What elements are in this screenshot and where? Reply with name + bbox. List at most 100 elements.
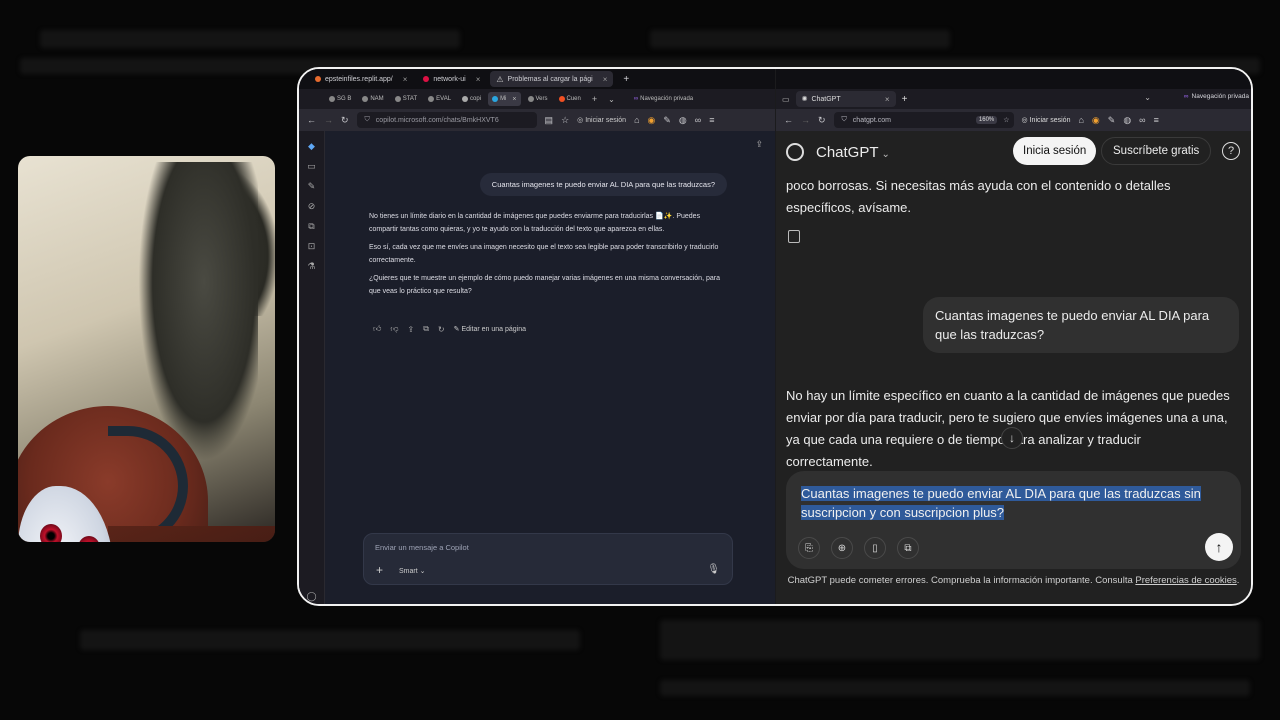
copilot-icon bbox=[492, 96, 499, 102]
page-tab[interactable]: SG B bbox=[325, 92, 355, 106]
share-icon[interactable]: ⇪ bbox=[408, 325, 415, 334]
scroll-down-arrow-icon[interactable]: ↓ bbox=[1001, 427, 1023, 449]
library-icon[interactable]: ⧉ bbox=[308, 221, 314, 232]
labs-flask-icon[interactable]: ⚗ bbox=[307, 261, 315, 272]
copilot-composer[interactable]: Enviar un mensaje a Copilot + Smart ⌄ 🎙︎ bbox=[363, 533, 733, 585]
bookmark-star-icon[interactable]: ☆ bbox=[561, 115, 569, 126]
reload-icon[interactable]: ↻ bbox=[818, 115, 826, 126]
composer-input[interactable]: Cuantas imagenes te puedo enviar AL DIA … bbox=[801, 484, 1221, 522]
new-tab-button[interactable]: + bbox=[902, 94, 908, 105]
regenerate-icon[interactable]: ↻ bbox=[438, 325, 445, 334]
close-icon[interactable]: × bbox=[476, 75, 481, 84]
reader-icon[interactable]: ▤ bbox=[545, 115, 554, 126]
attach-paperclip-icon[interactable]: ⎘ bbox=[798, 537, 820, 559]
private-browsing-indicator: ∞ Navegación privada bbox=[1183, 93, 1249, 100]
model-selector[interactable]: ChatGPT ⌄ bbox=[816, 144, 890, 161]
page-tab-active[interactable]: Mi × bbox=[488, 92, 521, 106]
window-tab[interactable]: epsteinfiles.replit.app/× bbox=[309, 71, 413, 87]
help-icon[interactable]: ? bbox=[1222, 142, 1240, 160]
bookmark-star-icon[interactable]: ☆ bbox=[1003, 116, 1009, 124]
microphone-icon[interactable]: 🎙︎ bbox=[707, 564, 720, 575]
cookie-preferences-link[interactable]: Preferencias de cookies bbox=[1135, 575, 1236, 586]
forward-arrow-icon[interactable]: → bbox=[324, 115, 333, 125]
window-titlebar bbox=[776, 69, 1251, 89]
chatgpt-logo-icon[interactable] bbox=[786, 143, 804, 161]
close-icon[interactable]: × bbox=[885, 95, 890, 104]
window-tab-active[interactable]: ⚠ Problemas al cargar la pági × bbox=[490, 71, 614, 87]
discover-icon[interactable]: ⊘ bbox=[308, 201, 316, 212]
chatgpt-icon: ✺ bbox=[801, 96, 808, 103]
signup-button[interactable]: Suscríbete gratis bbox=[1101, 137, 1212, 165]
share-icon[interactable]: ⇪ bbox=[755, 139, 763, 150]
page-tab[interactable]: Vers bbox=[524, 92, 552, 106]
copilot-logo-icon[interactable]: ◆ bbox=[308, 141, 315, 152]
extension-icon[interactable]: ⌂ bbox=[634, 115, 639, 125]
image-gallery-icon[interactable]: ⧉ bbox=[897, 537, 919, 559]
firefox-ext-icon[interactable]: ◉ bbox=[648, 115, 656, 126]
extension-icon[interactable]: ∞ bbox=[695, 115, 701, 125]
extension-icon[interactable]: ✎ bbox=[663, 115, 671, 126]
book-icon[interactable]: ▯ bbox=[864, 537, 886, 559]
copilot-input-placeholder[interactable]: Enviar un mensaje a Copilot bbox=[375, 543, 469, 552]
chatgpt-composer[interactable]: Cuantas imagenes te puedo enviar AL DIA … bbox=[786, 471, 1241, 569]
signin-button[interactable]: ◎ Iniciar sesión bbox=[1022, 116, 1071, 124]
extension-icon[interactable]: ∞ bbox=[1139, 115, 1145, 125]
copy-icon[interactable]: ⧉ bbox=[423, 324, 429, 334]
mode-selector[interactable]: Smart ⌄ bbox=[399, 567, 425, 575]
reply-paragraph: ¿Quieres que te muestre un ejemplo de có… bbox=[369, 275, 720, 295]
new-tab-button[interactable]: + bbox=[588, 92, 601, 106]
forward-arrow-icon[interactable]: → bbox=[801, 115, 810, 125]
page-tab[interactable]: Cuen bbox=[555, 92, 585, 106]
thumbs-down-icon[interactable]: 👎︎ bbox=[390, 324, 398, 334]
extension-icon[interactable]: ✎ bbox=[1108, 115, 1116, 126]
send-arrow-button[interactable]: ↑ bbox=[1205, 533, 1233, 561]
zoom-level[interactable]: 160% bbox=[975, 116, 998, 124]
back-arrow-icon[interactable]: ← bbox=[307, 115, 316, 125]
menu-icon[interactable]: ≡ bbox=[1154, 115, 1159, 125]
pages-icon[interactable]: ⊡ bbox=[308, 241, 316, 252]
shield-icon: ⛉ bbox=[841, 116, 847, 123]
close-icon[interactable]: × bbox=[512, 96, 516, 103]
github-icon bbox=[462, 96, 469, 102]
left-navigation-bar: ← → ↻ ⛉ copilot.microsoft.com/chats/BmkHX… bbox=[299, 109, 775, 131]
screen-frame: epsteinfiles.replit.app/× network-ui × ⚠ P… bbox=[297, 67, 1253, 606]
site-icon bbox=[329, 96, 335, 102]
profile-icon[interactable]: ◯ bbox=[306, 591, 316, 602]
extension-icon[interactable]: ◍ bbox=[679, 115, 687, 126]
thumbs-up-icon[interactable]: 👍︎ bbox=[373, 324, 381, 334]
close-icon[interactable]: × bbox=[403, 75, 408, 84]
chatgpt-user-message: Cuantas imagenes te puedo enviar AL DIA … bbox=[923, 297, 1239, 353]
add-attachment-icon[interactable]: + bbox=[376, 563, 383, 577]
page-tab[interactable]: NAM bbox=[358, 92, 387, 106]
reload-icon[interactable]: ↻ bbox=[341, 115, 349, 126]
menu-icon[interactable]: ≡ bbox=[709, 115, 714, 125]
sidebar-toggle-icon[interactable]: ▭ bbox=[307, 161, 316, 172]
tab-chatgpt[interactable]: ✺ ChatGPT × bbox=[795, 91, 896, 107]
close-icon[interactable]: × bbox=[603, 75, 608, 84]
address-bar[interactable]: ⛉ copilot.microsoft.com/chats/BmkHXVT6 bbox=[356, 112, 537, 128]
page-tab[interactable]: STAT bbox=[391, 92, 421, 106]
back-arrow-icon[interactable]: ← bbox=[784, 115, 793, 125]
site-icon bbox=[428, 96, 435, 102]
globe-search-icon[interactable]: ⊕ bbox=[831, 537, 853, 559]
page-tab[interactable]: EVAL bbox=[424, 92, 455, 106]
copy-icon[interactable] bbox=[788, 230, 800, 243]
window-tab-strip: epsteinfiles.replit.app/× network-ui × ⚠ P… bbox=[299, 69, 775, 89]
tab-list-chevron-icon[interactable]: ⌄ bbox=[604, 92, 619, 106]
browser-sidebar: ◆ ▭ ✎ ⊘ ⧉ ⊡ ⚗ ◯ bbox=[299, 131, 325, 604]
login-button[interactable]: Inicia sesión bbox=[1013, 137, 1097, 165]
firefox-ext-icon[interactable]: ◉ bbox=[1092, 115, 1100, 126]
sidebar-toggle-icon[interactable]: ▭ bbox=[782, 95, 790, 104]
edit-in-page-button[interactable]: ✎ Editar en una página bbox=[454, 325, 526, 333]
tab-list-chevron-icon[interactable]: ⌄ bbox=[1144, 93, 1151, 102]
new-tab-button[interactable]: + bbox=[617, 71, 635, 87]
new-chat-icon[interactable]: ✎ bbox=[308, 181, 316, 192]
window-tab[interactable]: network-ui × bbox=[417, 71, 486, 87]
extension-icon[interactable]: ⌂ bbox=[1078, 115, 1083, 125]
site-icon bbox=[362, 96, 369, 102]
page-tab[interactable]: copi bbox=[458, 92, 485, 106]
address-bar[interactable]: ⛉ chatgpt.com 160% ☆ bbox=[833, 112, 1014, 128]
extension-icon[interactable]: ◍ bbox=[1123, 115, 1131, 126]
composer-selected-text: Cuantas imagenes te puedo enviar AL DIA … bbox=[801, 486, 1201, 520]
signin-button[interactable]: ◎ Iniciar sesión bbox=[577, 116, 626, 124]
